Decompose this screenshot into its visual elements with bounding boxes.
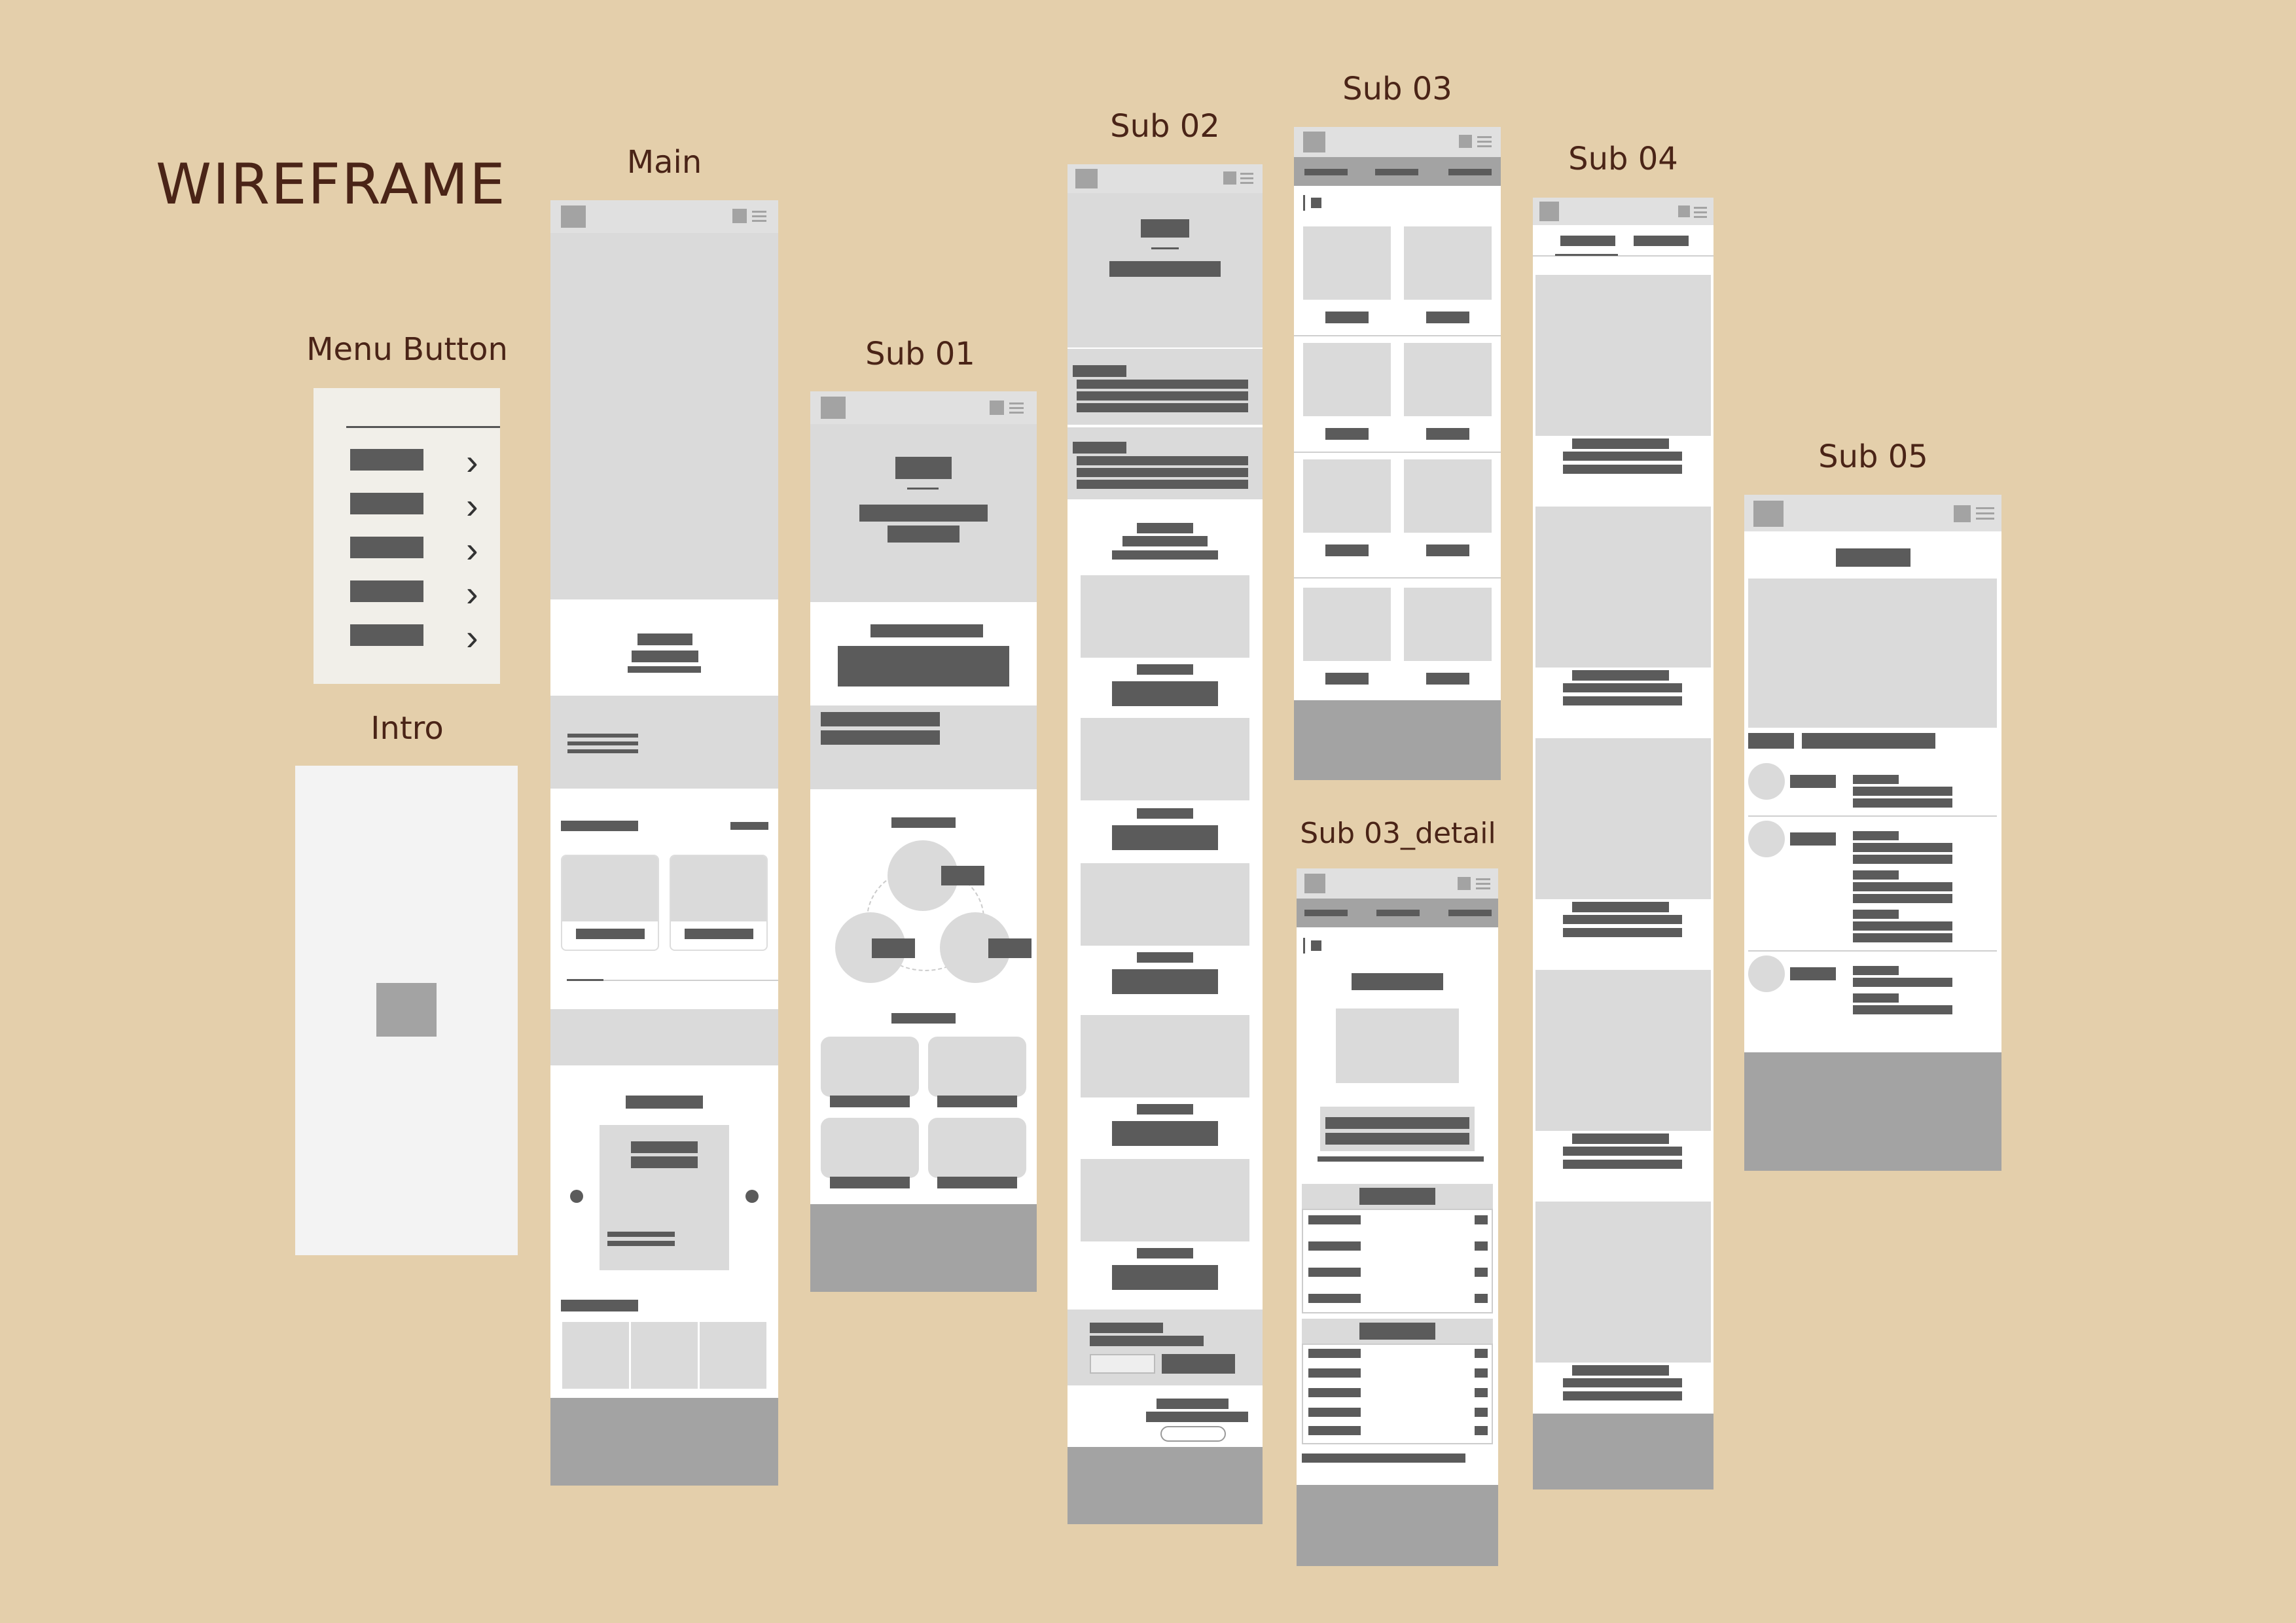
arrow-right-icon[interactable]: [745, 1190, 759, 1203]
search-icon[interactable]: [1458, 877, 1471, 890]
search-icon[interactable]: [1223, 171, 1236, 185]
menu-divider: [346, 426, 500, 428]
logo: [1753, 501, 1784, 527]
label-sub01: Sub 01: [865, 336, 975, 372]
tab[interactable]: [1448, 169, 1492, 175]
logo: [1303, 132, 1325, 152]
tab[interactable]: [1560, 236, 1615, 246]
footer: [810, 1204, 1037, 1292]
frame-sub03-detail: [1297, 868, 1498, 1566]
chevron-right-icon: ›: [466, 485, 478, 526]
logo: [821, 397, 846, 419]
chevron-right-icon: ›: [466, 441, 478, 482]
button[interactable]: [1090, 1354, 1155, 1374]
frame-sub02: [1067, 164, 1263, 1524]
logo: [1075, 169, 1098, 188]
tab[interactable]: [1304, 169, 1348, 175]
banner: [550, 1009, 778, 1065]
frame-menu-button: › › › › ›: [314, 388, 500, 684]
avatar: [1748, 821, 1785, 857]
button[interactable]: [1160, 1426, 1226, 1442]
chevron-right-icon: ›: [466, 573, 478, 614]
chevron-right-icon: ›: [466, 616, 478, 658]
tab[interactable]: [1448, 910, 1492, 916]
hamburger-menu-icon[interactable]: [1009, 402, 1024, 404]
logo: [561, 205, 586, 228]
search-icon[interactable]: [732, 209, 747, 223]
tab[interactable]: [1304, 910, 1348, 916]
footer: [1294, 700, 1501, 780]
footer: [1533, 1414, 1713, 1489]
menu-item-3[interactable]: [350, 537, 423, 558]
label-sub03-detail: Sub 03_detail: [1300, 817, 1496, 850]
frame-sub05: [1744, 495, 2001, 1171]
label-sub02: Sub 02: [1110, 108, 1220, 145]
arrow-left-icon[interactable]: [570, 1190, 583, 1203]
menu-item-4[interactable]: [350, 580, 423, 602]
frame-sub03: [1294, 127, 1501, 780]
menu-item-2[interactable]: [350, 493, 423, 514]
search-icon[interactable]: [990, 401, 1004, 415]
tab[interactable]: [1376, 910, 1420, 916]
frame-sub04: [1533, 198, 1713, 1489]
label-menu-button: Menu Button: [306, 331, 508, 368]
frame-main: [550, 200, 778, 1486]
label-sub03: Sub 03: [1342, 71, 1452, 107]
label-main: Main: [626, 144, 702, 181]
footer: [1297, 1485, 1498, 1566]
label-intro: Intro: [370, 710, 444, 747]
footer: [550, 1398, 778, 1486]
intro-logo: [376, 983, 437, 1037]
hamburger-menu-icon[interactable]: [1476, 878, 1490, 880]
hamburger-menu-icon[interactable]: [1477, 136, 1492, 138]
menu-item-1[interactable]: [350, 449, 423, 471]
search-icon[interactable]: [1459, 135, 1472, 148]
tab[interactable]: [1634, 236, 1689, 246]
footer: [1744, 1052, 2001, 1171]
hamburger-menu-icon[interactable]: [1240, 173, 1253, 175]
avatar: [1748, 955, 1785, 992]
search-icon[interactable]: [1954, 505, 1971, 522]
logo: [1539, 202, 1559, 221]
frame-intro: [295, 766, 518, 1255]
footer: [1067, 1447, 1263, 1524]
hamburger-menu-icon[interactable]: [752, 211, 766, 213]
hero-banner: [550, 233, 778, 599]
label-sub05: Sub 05: [1818, 438, 1928, 475]
hamburger-menu-icon[interactable]: [1694, 207, 1707, 209]
label-sub04: Sub 04: [1568, 141, 1678, 177]
search-icon[interactable]: [1678, 205, 1690, 217]
menu-item-5[interactable]: [350, 624, 423, 646]
tab[interactable]: [1375, 169, 1418, 175]
avatar: [1748, 763, 1785, 800]
hamburger-menu-icon[interactable]: [1976, 507, 1994, 509]
button[interactable]: [1162, 1354, 1235, 1374]
page-title: WIREFRAME: [156, 152, 507, 217]
chevron-right-icon: ›: [466, 529, 478, 570]
frame-sub01: [810, 391, 1037, 1292]
logo: [1304, 874, 1325, 893]
